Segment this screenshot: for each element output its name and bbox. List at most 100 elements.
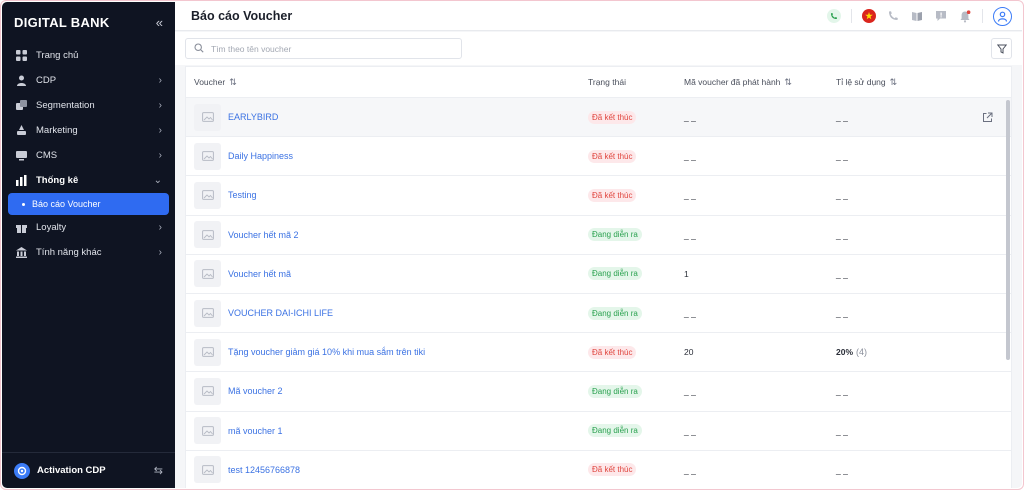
status-cell: Đang diễn ra — [588, 228, 684, 242]
chart-icon — [15, 175, 27, 187]
table-row[interactable]: Daily Happiness Đã kết thúc _ _ _ _ — [186, 137, 1011, 177]
sidebar-item-cdp[interactable]: CDP › — [2, 68, 175, 93]
table-row[interactable]: VOUCHER DAI-ICHI LIFE Đang diễn ra _ _ _ _ — [186, 294, 1011, 334]
activation-label: Activation CDP — [37, 465, 106, 476]
sidebar-item-label: CDP — [36, 75, 57, 86]
table-row[interactable]: Voucher hết mã Đang diễn ra 1 _ _ — [186, 255, 1011, 294]
status-cell: Đang diễn ra — [588, 306, 684, 320]
usage-rate: _ _ — [836, 229, 848, 240]
phone-call-icon[interactable] — [827, 9, 841, 23]
voucher-name-link[interactable]: Voucher hết mã 2 — [228, 230, 299, 240]
issued-cell: _ _ — [684, 308, 836, 318]
usage-cell: _ _ — [836, 426, 976, 436]
voucher-thumbnail-icon — [194, 181, 221, 209]
sidebar-item-label: Marketing — [36, 125, 78, 136]
status-badge: Đã kết thúc — [588, 463, 637, 477]
collapse-sidebar-icon[interactable]: « — [156, 15, 163, 30]
issued-cell: _ _ — [684, 386, 836, 396]
voucher-thumbnail-icon — [194, 456, 221, 484]
table-row[interactable]: Tặng voucher giảm giá 10% khi mua sắm tr… — [186, 333, 1011, 373]
table-row[interactable]: Testing Đã kết thúc _ _ _ _ — [186, 176, 1011, 216]
column-header-voucher[interactable]: Voucher ⇅ — [186, 77, 588, 88]
table-row[interactable]: Voucher hết mã 2 Đang diễn ra _ _ _ _ — [186, 216, 1011, 255]
voucher-name-link[interactable]: VOUCHER DAI-ICHI LIFE — [228, 308, 333, 318]
sidebar-item-loyalty[interactable]: Loyalty › — [2, 215, 175, 240]
message-alert-icon[interactable] — [934, 9, 948, 23]
user-avatar[interactable] — [993, 6, 1012, 26]
issued-cell: _ _ — [684, 230, 836, 240]
usage-cell: _ _ — [836, 230, 976, 240]
issued-cell: 20 — [684, 347, 836, 357]
bell-icon[interactable] — [958, 9, 972, 23]
voucher-thumbnail-icon — [194, 103, 221, 131]
sidebar-item-cms[interactable]: CMS › — [2, 143, 175, 168]
search-input[interactable] — [211, 43, 441, 54]
sidebar-item-other-features[interactable]: Tính năng khác › — [2, 240, 175, 265]
usage-cell: _ _ — [836, 465, 976, 475]
sidebar-subitem-voucher-report[interactable]: Báo cáo Voucher — [8, 193, 169, 215]
voucher-name-link[interactable]: Testing — [228, 190, 257, 200]
activation-logo-icon — [14, 462, 30, 479]
sidebar-item-label: Segmentation — [36, 100, 95, 111]
status-cell: Đã kết thúc — [588, 149, 684, 163]
table-row[interactable]: mã voucher 1 Đang diễn ra _ _ _ _ — [186, 412, 1011, 451]
brand-header: DIGITAL BANK « — [2, 2, 175, 42]
chevron-right-icon: › — [158, 150, 162, 161]
sidebar-item-label: Loyalty — [36, 222, 67, 233]
column-header-issued[interactable]: Mã voucher đã phát hành ⇅ — [684, 77, 836, 88]
table-row[interactable]: Mã voucher 2 Đang diễn ra _ _ _ _ — [186, 372, 1011, 412]
search-box[interactable] — [185, 38, 462, 59]
voucher-cell: Voucher hết mã — [186, 260, 588, 288]
column-header-usage[interactable]: Tỉ lệ sử dụng ⇅ — [836, 77, 976, 88]
filter-icon — [996, 44, 1007, 54]
table-row[interactable]: EARLYBIRD Đã kết thúc _ _ _ _ — [186, 98, 1011, 138]
vietnam-flag-icon[interactable] — [862, 9, 876, 23]
voucher-cell: Testing — [186, 181, 588, 209]
status-cell: Đã kết thúc — [588, 463, 684, 477]
app-window: DIGITAL BANK « Trang chủ CDP › Segmentat… — [2, 2, 1022, 488]
chevron-right-icon: › — [158, 222, 162, 233]
sidebar-item-segmentation[interactable]: Segmentation › — [2, 93, 175, 118]
status-cell: Đã kết thúc — [588, 110, 684, 124]
issued-count: _ _ — [684, 229, 696, 240]
issued-cell: _ _ — [684, 112, 836, 122]
voucher-name-link[interactable]: test 12456766878 — [228, 465, 300, 475]
swap-icon[interactable]: ⇆ — [154, 464, 163, 477]
voucher-name-link[interactable]: Voucher hết mã — [228, 269, 291, 279]
sidebar-subitem-label: Báo cáo Voucher — [32, 199, 101, 209]
sidebar-item-label: CMS — [36, 150, 58, 161]
bank-icon — [15, 247, 27, 259]
usage-cell: _ _ — [836, 386, 976, 396]
sidebar-item-home[interactable]: Trang chủ — [2, 43, 175, 68]
scrollbar[interactable] — [1006, 100, 1010, 360]
sidebar-item-label: Thống kê — [36, 175, 79, 186]
chevron-right-icon: › — [158, 100, 162, 111]
usage-count: (4) — [856, 347, 868, 358]
usage-rate: _ _ — [836, 190, 848, 201]
table-row[interactable]: test 12456766878 Đã kết thúc _ _ _ _ — [186, 451, 1011, 488]
voucher-thumbnail-icon — [194, 299, 221, 327]
voucher-name-link[interactable]: Tặng voucher giảm giá 10% khi mua sắm tr… — [228, 347, 425, 357]
phone-icon[interactable] — [886, 9, 900, 23]
voucher-cell: Daily Happiness — [186, 142, 588, 170]
usage-cell: _ _ — [836, 269, 976, 279]
voucher-name-link[interactable]: mã voucher 1 — [228, 426, 283, 436]
book-icon[interactable] — [910, 9, 924, 23]
sidebar-item-label: Trang chủ — [36, 50, 79, 61]
page-title: Báo cáo Voucher — [191, 9, 293, 23]
voucher-name-link[interactable]: EARLYBIRD — [228, 112, 278, 122]
issued-count: _ _ — [684, 308, 696, 319]
filter-button[interactable] — [991, 38, 1012, 59]
sidebar-item-statistics[interactable]: Thống kê ⌄ — [2, 168, 175, 193]
sidebar-nav: Trang chủ CDP › Segmentation › Marketing… — [2, 43, 175, 265]
voucher-name-link[interactable]: Daily Happiness — [228, 151, 293, 161]
usage-cell: _ _ — [836, 112, 976, 122]
divider — [982, 9, 983, 23]
external-link-icon[interactable] — [982, 112, 993, 123]
voucher-thumbnail-icon — [194, 417, 221, 445]
voucher-name-link[interactable]: Mã voucher 2 — [228, 386, 283, 396]
sidebar-item-marketing[interactable]: Marketing › — [2, 118, 175, 143]
gift-icon — [15, 222, 27, 234]
issued-cell: _ _ — [684, 190, 836, 200]
voucher-cell: Tặng voucher giảm giá 10% khi mua sắm tr… — [186, 338, 588, 366]
